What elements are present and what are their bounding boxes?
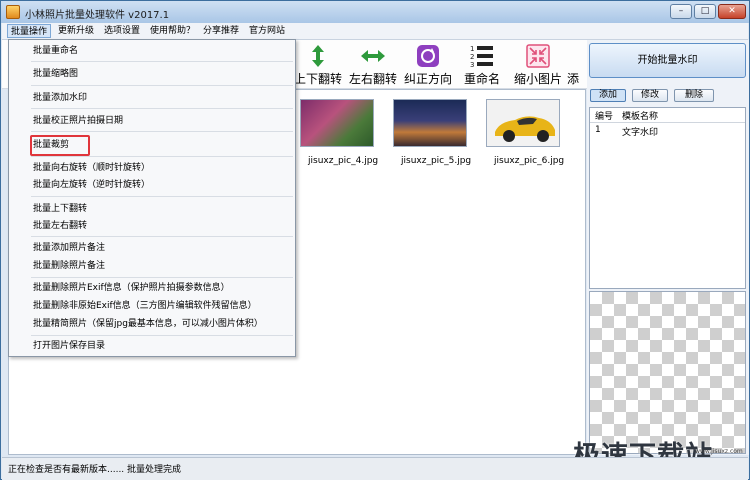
menu-item-delete-note[interactable]: 批量删除照片备注 [33,259,105,273]
menu-help[interactable]: 使用帮助？ [147,24,198,38]
menu-bar: 批量操作 更新升级 选项设置 使用帮助？ 分享推荐 官方网站 [2,23,748,40]
site-watermark-url: www.jisuxz.com [695,448,743,455]
tool-label: 左右翻转 [348,72,397,86]
menu-options[interactable]: 选项设置 [101,24,143,38]
svg-text:2: 2 [470,53,474,61]
menu-item-batch-thumbnail[interactable]: 批量缩略图 [33,67,78,81]
tool-flip-horizontal[interactable]: 左右翻转 [347,42,399,86]
menu-item-slim-photo[interactable]: 批量精简照片（保留jpg最基本信息，可以减小图片体积） [33,317,263,331]
menu-separator [31,236,293,237]
watermark-preview [589,291,746,454]
tool-shrink[interactable]: 缩小图片 [512,42,564,86]
start-batch-watermark-button[interactable]: 开始批量水印 [589,43,746,78]
tool-label: 缩小图片 [513,72,562,86]
thumbnail-caption: jisuxz_pic_4.jpg [308,156,379,166]
tool-label: 纠正方向 [403,72,452,86]
tool-label: 添 [567,72,580,86]
flip-vertical-icon [312,45,324,67]
svg-text:3: 3 [470,61,474,68]
tool-label: 重命名 [463,72,500,86]
menu-separator [31,131,293,132]
menu-share[interactable]: 分享推荐 [200,24,242,38]
menu-separator [31,156,293,157]
minimize-button[interactable]: – [670,4,692,19]
template-row[interactable]: 1 文字水印 [590,124,745,138]
menu-item-rotate-right[interactable]: 批量向右旋转（顺时针旋转） [33,161,150,175]
window-title: 小林照片批量处理软件 v2017.1 [25,10,170,21]
tool-add-partial[interactable]: 添 [567,42,587,86]
thumbnail-caption: jisuxz_pic_6.jpg [494,156,565,166]
tool-flip-vertical[interactable]: 上下翻转 [292,42,344,86]
thumbnail-caption: jisuxz_pic_5.jpg [401,156,472,166]
column-id[interactable]: 编号 [595,109,613,122]
menu-batch-ops[interactable]: 批量操作 [7,24,52,38]
rotate-icon [417,45,439,67]
batch-ops-dropdown: 批量重命名 批量缩略图 批量添加水印 批量校正照片拍摄日期 批量裁剪 批量向右旋… [8,39,296,357]
menu-separator [31,108,293,109]
status-process: 批量处理完成 [127,465,182,475]
menu-item-batch-rename[interactable]: 批量重命名 [33,44,78,58]
thumbnail-image[interactable] [300,99,374,147]
thumbnail-image[interactable] [486,99,560,147]
menu-item-add-note[interactable]: 批量添加照片备注 [33,241,105,255]
template-list-header: 编号 模板名称 [590,108,745,123]
car-image [495,116,555,142]
menu-website[interactable]: 官方网站 [246,24,288,38]
title-bar: 小林照片批量处理软件 v2017.1 – □ ✕ [1,1,749,23]
tool-rename[interactable]: 1 2 3 重命名 [460,42,504,86]
close-button[interactable]: ✕ [718,4,746,19]
menu-separator [31,335,293,336]
thumbnail-image[interactable] [393,99,467,147]
app-icon [6,5,20,19]
template-name: 文字水印 [622,128,659,138]
tool-rotate[interactable]: 纠正方向 [402,42,454,86]
status-update-check: 正在检查是否有最新版本...... [8,465,125,475]
menu-item-delete-nonoriginal-exif[interactable]: 批量删除非原始Exif信息（三方图片编辑软件残留信息） [33,299,257,313]
menu-separator [31,277,293,278]
app-window: 小林照片批量处理软件 v2017.1 – □ ✕ 批量操作 更新升级 选项设置 … [0,0,750,480]
shrink-icon [526,44,550,68]
column-name[interactable]: 模板名称 [622,109,658,122]
menu-item-delete-exif[interactable]: 批量删除照片Exif信息（保护照片拍摄参数信息） [33,281,230,295]
menu-item-rotate-left[interactable]: 批量向左旋转（逆时针旋转） [33,178,150,192]
menu-item-batch-watermark[interactable]: 批量添加水印 [33,91,87,105]
menu-separator [31,61,293,62]
delete-template-button[interactable]: 删除 [674,89,714,102]
numbered-list-icon: 1 2 3 [470,45,493,68]
menu-item-flip-vertical[interactable]: 批量上下翻转 [33,202,87,216]
menu-item-batch-fix-date[interactable]: 批量校正照片拍摄日期 [33,114,123,128]
template-id: 1 [595,125,601,135]
menu-item-open-save-dir[interactable]: 打开图片保存目录 [33,339,105,353]
status-bar: 正在检查是否有最新版本...... 批量处理完成 [2,457,748,480]
add-template-button[interactable]: 添加 [590,89,626,102]
watermark-panel: 开始批量水印 添加 修改 删除 编号 模板名称 1 文字水印 [587,40,749,455]
menu-update[interactable]: 更新升级 [55,24,97,38]
svg-text:1: 1 [470,45,474,53]
menu-separator [31,85,293,86]
flip-horizontal-icon [361,50,385,62]
template-list: 编号 模板名称 1 文字水印 [589,107,746,289]
maximize-button[interactable]: □ [694,4,716,19]
menu-item-flip-horizontal[interactable]: 批量左右翻转 [33,219,87,233]
menu-item-batch-crop[interactable]: 批量裁剪 [33,138,69,152]
menu-separator [31,196,293,197]
tool-label: 上下翻转 [293,72,342,86]
edit-template-button[interactable]: 修改 [632,89,668,102]
